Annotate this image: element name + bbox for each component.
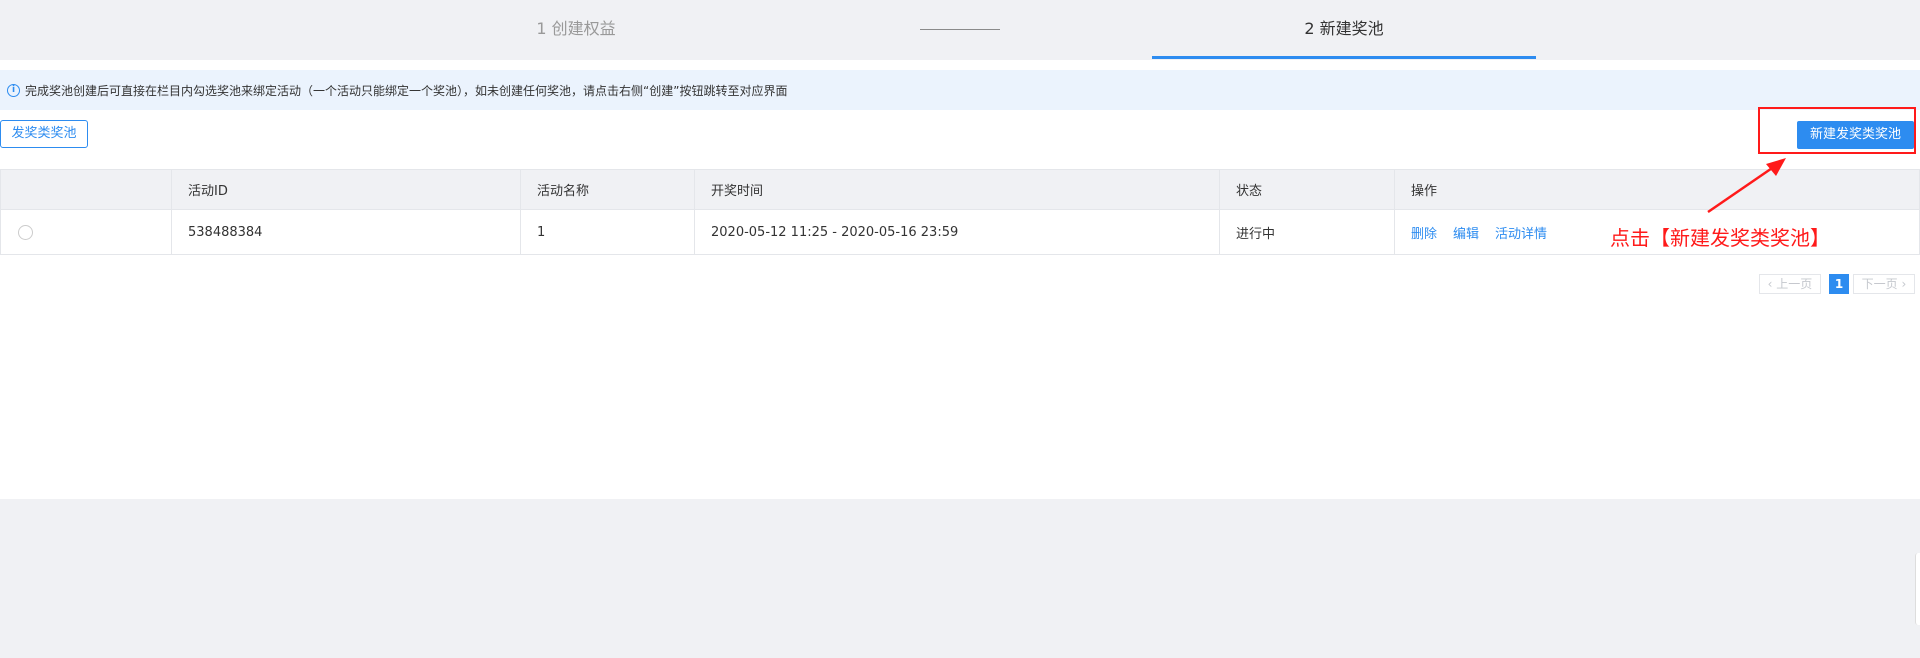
page-background-footer <box>0 499 1920 658</box>
info-banner: i 完成奖池创建后可直接在栏目内勾选奖池来绑定活动（一个活动只能绑定一个奖池），… <box>0 70 1920 110</box>
side-scroll-handle[interactable] <box>1915 553 1920 625</box>
next-page-label: 下一页 <box>1861 277 1898 291</box>
draw-time-cell: 2020-05-12 11:25 - 2020-05-16 23:59 <box>694 209 1220 255</box>
info-text: 完成奖池创建后可直接在栏目内勾选奖池来绑定活动（一个活动只能绑定一个奖池），如未… <box>25 83 788 98</box>
step-connector <box>920 29 1000 30</box>
annotation-arrow <box>1707 158 1786 214</box>
activity-id-cell: 538488384 <box>171 209 521 255</box>
next-page-button[interactable]: 下一页 › <box>1853 274 1915 294</box>
delete-link[interactable]: 删除 <box>1411 227 1437 242</box>
page-1-button[interactable]: 1 <box>1829 274 1849 294</box>
header-select <box>0 169 172 210</box>
steps-header: 1 创建权益 2 新建奖池 <box>0 0 1920 60</box>
annotation-highlight-box <box>1758 107 1916 154</box>
prev-page-button[interactable]: ‹ 上一页 <box>1759 274 1821 294</box>
header-activity-name: 活动名称 <box>520 169 695 210</box>
step-create-pool[interactable]: 2 新建奖池 <box>1152 0 1536 57</box>
step-active-indicator <box>1152 56 1536 59</box>
header-actions: 操作 <box>1394 169 1920 210</box>
select-cell <box>0 209 172 255</box>
header-draw-time: 开奖时间 <box>694 169 1220 210</box>
table-header-row: 活动ID 活动名称 开奖时间 状态 操作 <box>0 169 1920 210</box>
edit-link[interactable]: 编辑 <box>1453 227 1479 242</box>
annotation-label: 点击【新建发奖类奖池】 <box>1610 226 1830 250</box>
status-cell: 进行中 <box>1219 209 1395 255</box>
spacer <box>0 60 1920 70</box>
info-icon: i <box>7 83 20 97</box>
pool-type-tab[interactable]: 发奖类奖池 <box>0 120 88 148</box>
activity-name-cell: 1 <box>520 209 695 255</box>
header-status: 状态 <box>1219 169 1395 210</box>
prev-page-label: 上一页 <box>1776 277 1813 291</box>
header-activity-id: 活动ID <box>171 169 521 210</box>
row-select-radio[interactable] <box>18 224 33 240</box>
activity-detail-link[interactable]: 活动详情 <box>1495 227 1547 242</box>
step-create-benefit[interactable]: 1 创建权益 <box>384 0 768 57</box>
